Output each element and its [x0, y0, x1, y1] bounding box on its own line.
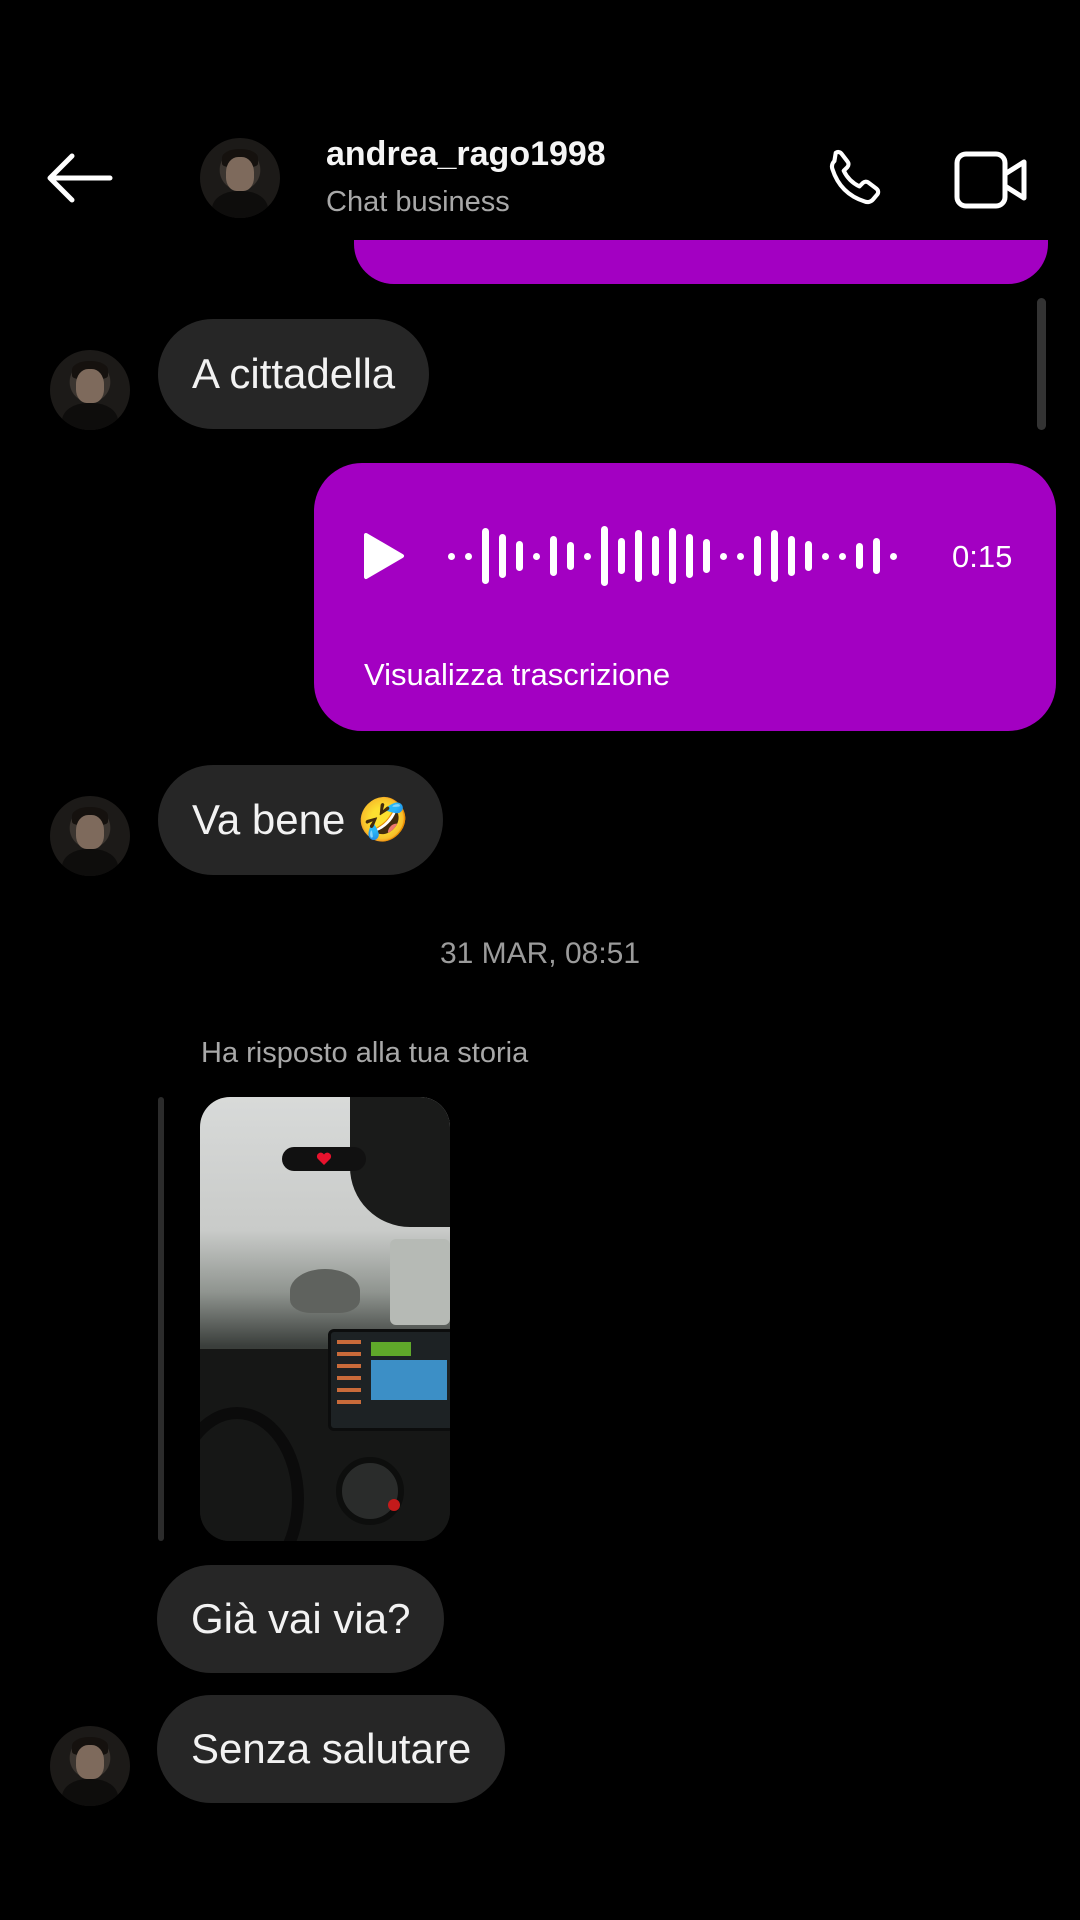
waveform-bar — [788, 536, 795, 576]
waveform-dot — [720, 553, 727, 560]
waveform-dot — [839, 553, 846, 560]
waveform-bar — [482, 528, 489, 584]
chat-username[interactable]: andrea_rago1998 — [326, 135, 606, 174]
message-bubble[interactable]: A cittadella — [158, 319, 430, 429]
waveform-dot — [584, 553, 591, 560]
waveform-bar — [771, 530, 778, 582]
message-bubble[interactable]: Va bene 🤣 — [158, 765, 444, 875]
waveform-bar — [550, 536, 557, 576]
chat-subtitle: Chat business — [326, 186, 510, 218]
message-text: Senza salutare — [191, 1725, 472, 1772]
waveform-bar — [516, 541, 523, 571]
waveform-bar — [567, 542, 574, 570]
message-text: A cittadella — [192, 350, 396, 397]
message-bubble[interactable]: Già vai via? — [157, 1565, 445, 1673]
waveform-bar — [754, 536, 761, 576]
sender-avatar[interactable] — [50, 350, 130, 430]
waveform-bar — [856, 543, 863, 569]
waveform-bar — [703, 539, 710, 573]
waveform-bar — [805, 541, 812, 571]
date-separator: 31 MAR, 08:51 — [439, 937, 641, 970]
arrow-left-icon[interactable] — [44, 150, 114, 206]
phone-icon[interactable] — [822, 146, 888, 212]
sender-avatar[interactable] — [50, 1726, 130, 1806]
message-text: Già vai via? — [191, 1595, 411, 1642]
sender-avatar[interactable] — [50, 796, 130, 876]
reply-indicator-line — [158, 1097, 164, 1541]
red-light — [388, 1499, 400, 1511]
story-reply-label: Ha risposto alla tua storia — [201, 1037, 529, 1069]
scrollbar[interactable] — [1037, 298, 1046, 430]
waveform-dot — [465, 553, 472, 560]
heart-icon — [316, 1152, 332, 1165]
infotainment-screen — [328, 1329, 450, 1431]
voice-duration: 0:15 — [952, 539, 1013, 574]
message-bubble[interactable]: Senza salutare — [157, 1695, 506, 1803]
reaction-pill — [282, 1147, 366, 1171]
waveform-bar — [652, 536, 659, 576]
video-camera-icon[interactable] — [954, 150, 1028, 210]
play-icon[interactable] — [362, 531, 406, 581]
waveform-bar — [618, 538, 625, 574]
waveform-bar — [635, 530, 642, 582]
waveform-dot — [890, 553, 897, 560]
header-avatar[interactable] — [200, 138, 280, 218]
sent-bubble-partial[interactable] — [354, 240, 1048, 284]
waveform-bar — [499, 534, 506, 578]
air-vent — [336, 1457, 404, 1525]
waveform-dot — [822, 553, 829, 560]
waveform-dot — [448, 553, 455, 560]
waveform-dot — [737, 553, 744, 560]
waveform-bar — [873, 538, 880, 574]
waveform-bar — [601, 526, 608, 586]
story-thumbnail[interactable] — [200, 1097, 450, 1541]
view-transcript-link[interactable]: Visualizza trascrizione — [364, 657, 670, 693]
waveform-dot — [533, 553, 540, 560]
waveform-bar — [686, 534, 693, 578]
tree-silhouette — [290, 1269, 360, 1313]
message-text: Va bene 🤣 — [192, 795, 410, 843]
truck-shape — [390, 1239, 450, 1325]
waveform-bar — [669, 528, 676, 584]
voice-message-bubble[interactable]: 0:15 Visualizza trascrizione — [314, 463, 1056, 731]
